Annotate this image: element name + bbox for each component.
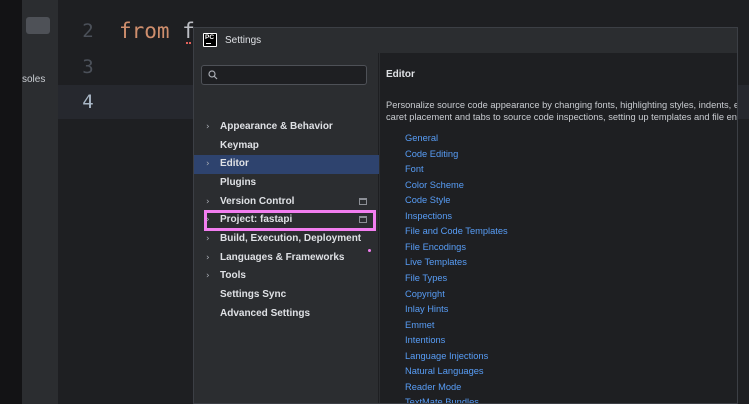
tree-item-label: Version Control [220,195,295,207]
tree-item-editor[interactable]: › Editor [194,155,379,175]
tree-item-keymap[interactable]: Keymap [194,137,379,156]
description-line: Personalize source code appearance by ch… [386,100,738,110]
settings-tree-pane: › Appearance & Behavior Keymap › Editor Plugi… [194,53,379,403]
settings-dialog: PC Settings › Appearance & Behavior Keymap… [193,27,738,404]
link-code-style[interactable]: Code Style [405,195,450,205]
tree-item-label: Advanced Settings [220,307,311,319]
link-file-types[interactable]: File Types [405,273,447,283]
link-live-templates[interactable]: Live Templates [405,257,467,267]
tree-item-settings-sync[interactable]: Settings Sync [194,286,379,305]
link-inspections[interactable]: Inspections [405,211,452,221]
tree-item-build-execution-deployment[interactable]: › Build, Execution, Deployment [194,230,379,249]
link-intentions[interactable]: Intentions [405,335,445,345]
line-number: 2 [82,20,94,42]
editor-settings-content: Editor Personalize source code appearanc… [380,53,738,403]
sidebar-tab[interactable] [26,17,50,34]
link-color-scheme[interactable]: Color Scheme [405,180,464,190]
tree-item-label: Appearance & Behavior [220,121,333,132]
left-edge-strip [0,0,22,404]
chevron-right-icon[interactable]: › [206,253,214,263]
link-font[interactable]: Font [405,164,424,174]
tree-item-tools[interactable]: › Tools [194,267,379,286]
line-number-current: 4 [82,91,94,113]
annotation-dot [368,249,371,252]
link-general[interactable]: General [405,133,438,143]
project-level-icon [359,197,367,205]
tree-item-version-control[interactable]: › Version Control [194,193,379,212]
chevron-right-icon[interactable]: › [206,159,214,169]
tree-item-label: Keymap [220,139,259,151]
tree-item-label: Build, Execution, Deployment [220,232,362,244]
tree-item-label: Tools [220,270,246,282]
link-emmet[interactable]: Emmet [405,320,434,330]
link-code-editing[interactable]: Code Editing [405,149,458,159]
search-icon [208,70,218,80]
link-reader-mode[interactable]: Reader Mode [405,382,461,392]
chevron-right-icon[interactable]: › [206,122,214,132]
tree-item-appearance-behavior[interactable]: › Appearance & Behavior [194,118,379,137]
tree-item-label: Plugins [220,176,257,188]
dialog-titlebar[interactable]: PC Settings [194,28,737,53]
tree-item-label: Editor [220,158,249,170]
pycharm-app-icon: PC [203,33,217,47]
link-natural-languages[interactable]: Natural Languages [405,366,484,376]
tree-item-languages-frameworks[interactable]: › Languages & Frameworks [194,249,379,268]
link-file-and-code-templates[interactable]: File and Code Templates [405,226,508,236]
link-copyright[interactable]: Copyright [405,289,445,299]
line-number: 3 [82,56,94,78]
link-language-injections[interactable]: Language Injections [405,351,488,361]
app-icon-text: PC [204,34,216,46]
tree-item-plugins[interactable]: Plugins [194,174,379,193]
code-line[interactable]: from f [119,19,195,43]
tree-item-advanced-settings[interactable]: Advanced Settings [194,305,379,324]
link-textmate-bundles[interactable]: TextMate Bundles [405,397,479,403]
link-inlay-hints[interactable]: Inlay Hints [405,304,448,314]
content-title: Editor [386,69,415,80]
project-sidebar [22,0,58,404]
sidebar-label: soles [22,74,46,85]
link-file-encodings[interactable]: File Encodings [405,242,466,252]
tree-item-label: Languages & Frameworks [220,251,345,263]
settings-search-box[interactable] [201,65,367,85]
tree-item-label: Settings Sync [220,288,287,300]
chevron-right-icon[interactable]: › [206,197,214,207]
description-line: caret placement and tabs to source code … [386,112,738,122]
chevron-right-icon[interactable]: › [206,271,214,281]
annotation-highlight-box [204,210,376,231]
dialog-title: Settings [225,35,262,46]
code-keyword: from [119,19,170,43]
chevron-right-icon[interactable]: › [206,234,214,244]
search-input[interactable] [224,67,362,83]
